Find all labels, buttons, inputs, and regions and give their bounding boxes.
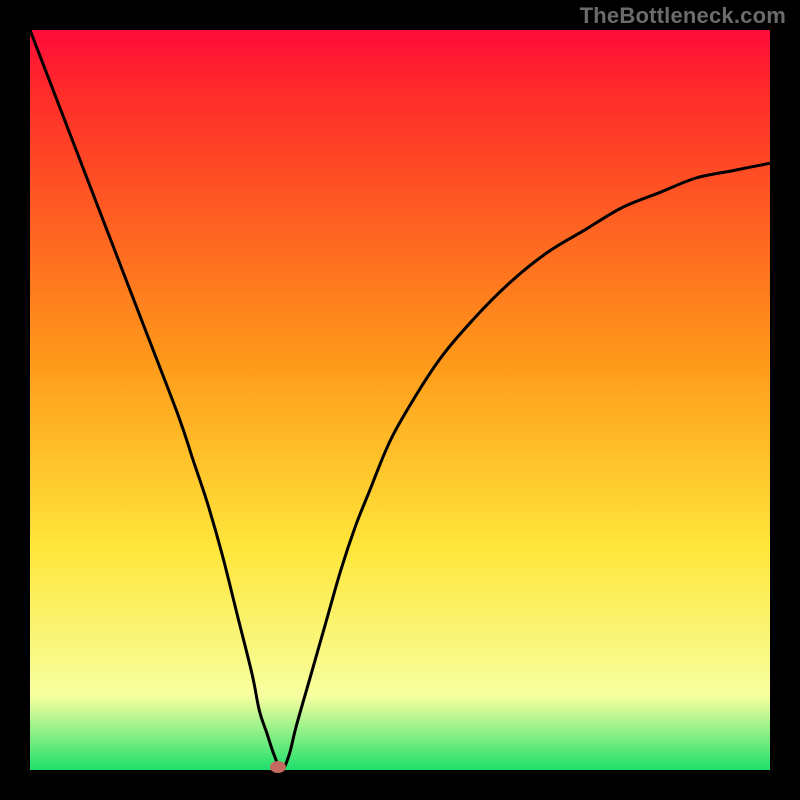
bottleneck-curve-plot bbox=[0, 0, 800, 800]
chart-container: TheBottleneck.com bbox=[0, 0, 800, 800]
watermark-text: TheBottleneck.com bbox=[580, 3, 786, 29]
plot-gradient-background bbox=[30, 30, 770, 770]
minimum-marker bbox=[270, 761, 286, 773]
